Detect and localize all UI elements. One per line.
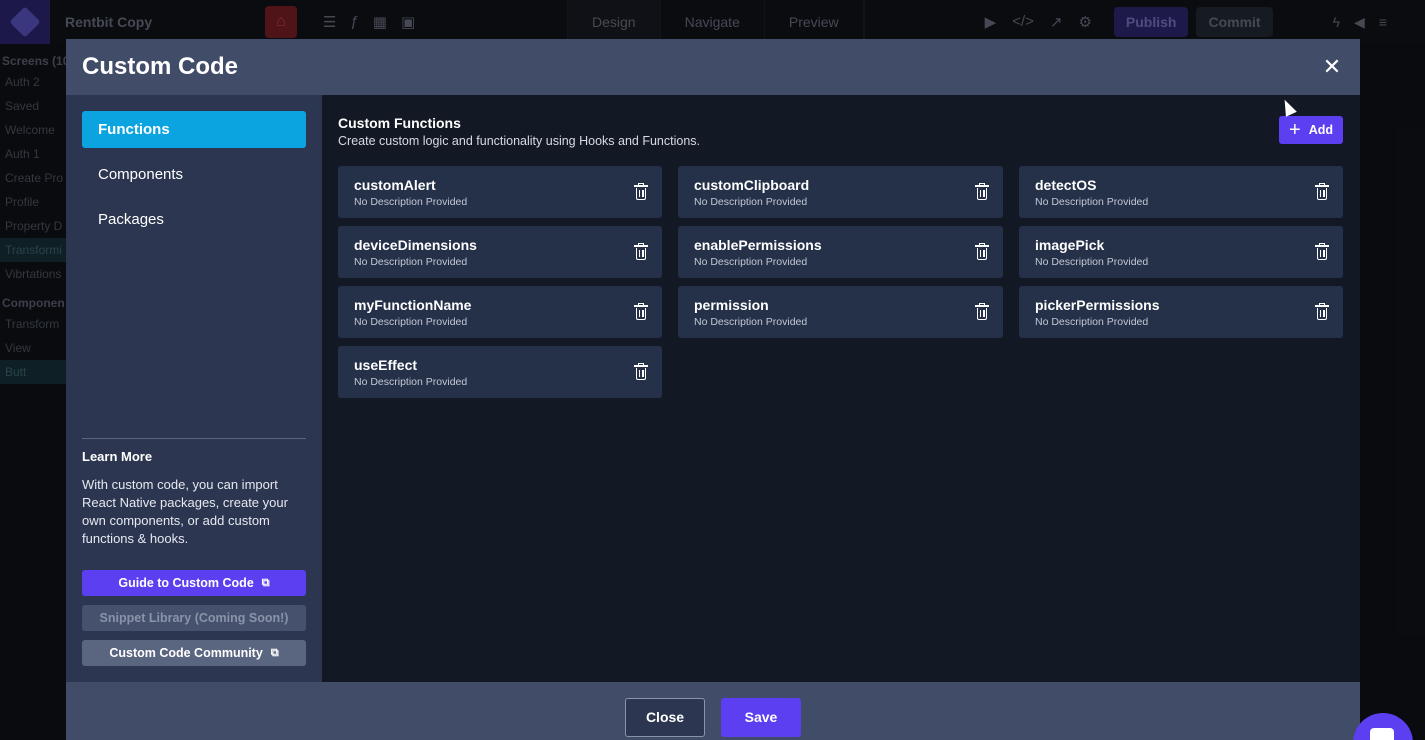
function-name: pickerPermissions: [1035, 296, 1160, 313]
function-description: No Description Provided: [1035, 255, 1149, 268]
function-description: No Description Provided: [354, 195, 468, 208]
function-card[interactable]: imagePick No Description Provided: [1019, 226, 1343, 278]
trash-icon[interactable]: [634, 243, 648, 260]
function-name: enablePermissions: [694, 236, 822, 253]
trash-icon[interactable]: [1315, 243, 1329, 260]
function-description: No Description Provided: [1035, 315, 1149, 328]
content-title: Custom Functions: [338, 115, 461, 131]
modal-body: Functions Components Packages Learn More…: [66, 95, 1360, 682]
custom-code-sidebar: Functions Components Packages Learn More…: [66, 95, 322, 682]
function-info: useEffect No Description Provided: [354, 357, 467, 388]
function-name: deviceDimensions: [354, 236, 477, 253]
function-name: customAlert: [354, 176, 436, 193]
function-description: No Description Provided: [354, 315, 468, 328]
external-link-icon: ⧉: [261, 576, 270, 589]
modal-title: Custom Code: [82, 53, 238, 80]
function-card[interactable]: useEffect No Description Provided: [338, 346, 662, 398]
trash-icon[interactable]: [634, 303, 648, 320]
function-card[interactable]: customClipboard No Description Provided: [678, 166, 1003, 218]
function-info: detectOS No Description Provided: [1035, 177, 1148, 208]
function-name: customClipboard: [694, 176, 810, 193]
trash-icon[interactable]: [634, 363, 648, 380]
content-header: Custom Functions Create custom logic and…: [338, 115, 1343, 148]
function-info: imagePick No Description Provided: [1035, 237, 1148, 268]
function-card[interactable]: permission No Description Provided: [678, 286, 1003, 338]
trash-icon[interactable]: [1315, 303, 1329, 320]
snippet-library-label: Snippet Library (Coming Soon!): [99, 611, 289, 625]
content-subtitle: Create custom logic and functionality us…: [338, 134, 700, 148]
trash-icon[interactable]: [634, 183, 648, 200]
function-description: No Description Provided: [354, 375, 468, 388]
add-button-label: Add: [1308, 123, 1333, 137]
function-card[interactable]: customAlert No Description Provided: [338, 166, 662, 218]
function-description: No Description Provided: [1035, 195, 1149, 208]
close-icon[interactable]: ✕: [1320, 54, 1344, 80]
close-button[interactable]: Close: [625, 697, 705, 737]
function-grid: customAlert No Description Provided custom…: [338, 166, 1343, 398]
modal-footer: Close Save: [66, 682, 1360, 740]
function-card[interactable]: enablePermissions No Description Provided: [678, 226, 1003, 278]
function-name: imagePick: [1035, 236, 1105, 253]
nav-item-components[interactable]: Components: [82, 156, 306, 193]
function-info: permission No Description Provided: [694, 297, 807, 328]
function-description: No Description Provided: [354, 255, 468, 268]
modal-header: Custom Code ✕: [66, 39, 1360, 95]
functions-content: Custom Functions Create custom logic and…: [322, 95, 1360, 682]
learn-more-text: With custom code, you can import React N…: [82, 477, 288, 546]
community-button[interactable]: Custom Code Community ⧉: [82, 640, 306, 666]
learn-more-heading: Learn More: [82, 449, 153, 464]
add-function-button[interactable]: + Add: [1279, 116, 1343, 144]
function-description: No Description Provided: [694, 315, 808, 328]
trash-icon[interactable]: [975, 303, 989, 320]
function-name: useEffect: [354, 356, 418, 373]
guide-button-label: Guide to Custom Code: [118, 576, 254, 590]
plus-icon: +: [1289, 119, 1301, 141]
external-link-icon: ⧉: [270, 646, 279, 659]
divider: [82, 438, 306, 439]
nav-item-packages[interactable]: Packages: [82, 201, 306, 238]
function-name: detectOS: [1035, 176, 1097, 193]
function-description: No Description Provided: [694, 255, 808, 268]
function-card[interactable]: detectOS No Description Provided: [1019, 166, 1343, 218]
community-button-label: Custom Code Community: [109, 646, 263, 660]
save-button[interactable]: Save: [721, 697, 801, 737]
function-description: No Description Provided: [694, 195, 808, 208]
function-card[interactable]: myFunctionName No Description Provided: [338, 286, 662, 338]
trash-icon[interactable]: [1315, 183, 1329, 200]
guide-button[interactable]: Guide to Custom Code ⧉: [82, 570, 306, 596]
function-info: pickerPermissions No Description Provided: [1035, 297, 1160, 328]
function-card[interactable]: pickerPermissions No Description Provided: [1019, 286, 1343, 338]
function-info: customAlert No Description Provided: [354, 177, 467, 208]
function-info: myFunctionName No Description Provided: [354, 297, 471, 328]
function-name: myFunctionName: [354, 296, 472, 313]
function-info: enablePermissions No Description Provided: [694, 237, 822, 268]
function-info: customClipboard No Description Provided: [694, 177, 809, 208]
trash-icon[interactable]: [975, 243, 989, 260]
custom-code-modal: Custom Code ✕ Functions Components Packa…: [66, 39, 1360, 740]
nav-item-functions[interactable]: Functions: [82, 111, 306, 148]
function-card[interactable]: deviceDimensions No Description Provided: [338, 226, 662, 278]
chat-icon: [1370, 728, 1394, 740]
snippet-library-button: Snippet Library (Coming Soon!): [82, 605, 306, 631]
learn-more-section: Learn More With custom code, you can imp…: [82, 438, 306, 666]
function-info: deviceDimensions No Description Provided: [354, 237, 477, 268]
function-name: permission: [694, 296, 769, 313]
trash-icon[interactable]: [975, 183, 989, 200]
